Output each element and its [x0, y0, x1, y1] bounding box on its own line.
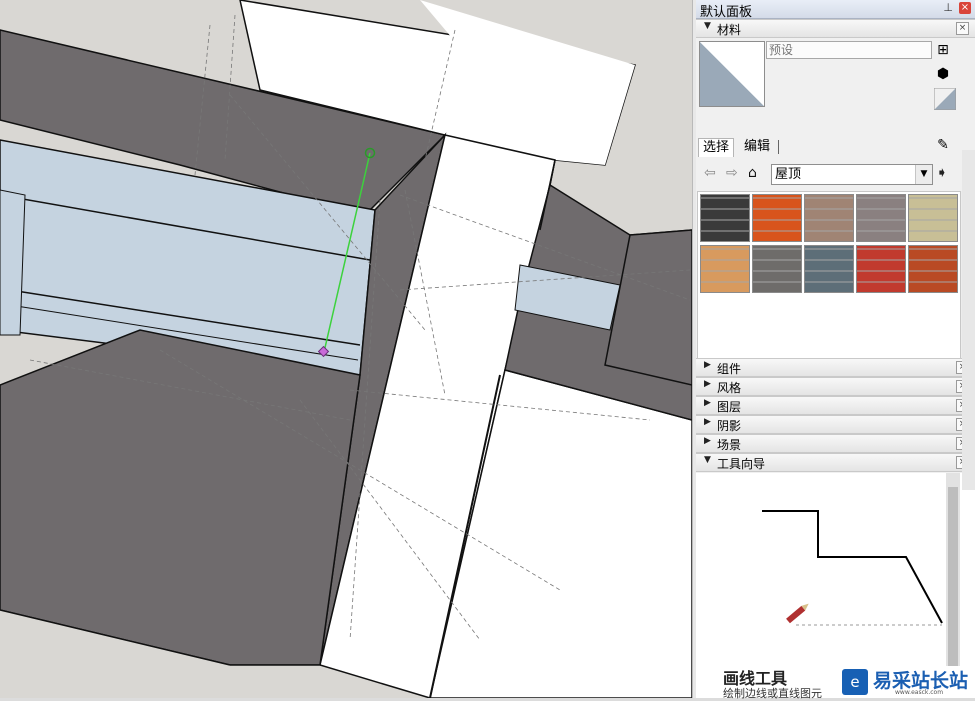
material-swatch-blue-slate-shingle[interactable] — [804, 245, 854, 293]
home-icon[interactable]: ⌂ — [748, 165, 757, 181]
instructor-tool-description: 绘制边线或直线图元 — [723, 687, 822, 700]
expand-arrow-icon: ▶ — [704, 436, 711, 446]
instructor-scrollbar[interactable] — [946, 473, 960, 698]
tab-select[interactable]: 选择 — [698, 138, 735, 157]
tray-titlebar: 默认面板 ⊥ × — [696, 0, 975, 20]
material-box-icon[interactable]: ⬢ — [934, 65, 952, 83]
materials-panel-title: 材料 — [717, 23, 742, 37]
panel-header-3[interactable]: ▶阴影× — [696, 415, 975, 434]
material-swatch-brown-stone-shingle[interactable] — [804, 194, 854, 242]
panel-title: 工具向导 — [717, 457, 766, 471]
collection-dropdown[interactable]: 屋顶 ▼ — [771, 164, 933, 185]
expand-arrow-icon: ▶ — [704, 379, 711, 389]
watermark: e 易采站长站 www.easck.com — [840, 666, 975, 698]
default-tray: 默认面板 ⊥ × ▼ 材料 × 预设 ⊞ ⬢ 选择 编辑 ✎ ⇦ ⇨ ⌂ 屋顶 … — [696, 0, 975, 700]
tray-title: 默认面板 — [700, 5, 753, 20]
material-swatch-clay-scallop-shingle[interactable] — [700, 245, 750, 293]
material-swatch-gray-shingle[interactable] — [856, 194, 906, 242]
forward-arrow-icon[interactable]: ⇨ — [726, 165, 738, 181]
materials-nav-row: ⇦ ⇨ ⌂ 屋顶 ▼ ➧ — [696, 163, 975, 185]
tab-edit[interactable]: 编辑 — [740, 138, 774, 156]
panel-header-4[interactable]: ▶场景× — [696, 434, 975, 453]
collapse-arrow-icon: ▼ — [704, 21, 711, 31]
tab-divider — [778, 140, 779, 154]
default-material-swatch-icon[interactable] — [933, 87, 957, 111]
pin-icon[interactable]: ⊥ — [943, 1, 953, 14]
material-swatch-black-shingle[interactable] — [700, 194, 750, 242]
eyedropper-icon[interactable]: ✎ — [934, 136, 952, 154]
details-arrow-icon[interactable]: ➧ — [936, 165, 948, 181]
panel-title: 阴影 — [717, 419, 742, 433]
material-swatch-red-metal-roof[interactable] — [856, 245, 906, 293]
model-viewport[interactable] — [0, 0, 692, 698]
back-arrow-icon[interactable]: ⇦ — [704, 165, 716, 181]
panel-close-icon[interactable]: × — [956, 22, 969, 35]
watermark-logo-icon: e — [842, 669, 868, 695]
collection-selected: 屋顶 — [775, 167, 802, 182]
tray-edge-scrollbar[interactable] — [962, 150, 975, 490]
collapsed-panels: ▶组件×▶风格×▶图层×▶阴影×▶场景×▼工具向导× — [696, 358, 975, 472]
materials-tabs: 选择 编辑 ✎ — [696, 136, 975, 158]
material-swatches — [697, 191, 961, 378]
close-icon[interactable]: × — [959, 2, 971, 14]
instructor-panel-body: 画线工具 绘制边线或直线图元 — [696, 473, 975, 700]
panel-header-2[interactable]: ▶图层× — [696, 396, 975, 415]
panel-title: 场景 — [717, 438, 742, 452]
materials-panel-header[interactable]: ▼ 材料 × — [696, 19, 975, 38]
expand-arrow-icon: ▶ — [704, 360, 711, 370]
panel-title: 图层 — [717, 400, 742, 414]
panel-header-1[interactable]: ▶风格× — [696, 377, 975, 396]
pencil-icon — [786, 603, 809, 624]
material-preview — [699, 41, 765, 107]
chevron-down-icon: ▼ — [915, 165, 932, 184]
expand-arrow-icon: ▶ — [704, 417, 711, 427]
material-name-field[interactable]: 预设 — [766, 41, 932, 59]
material-swatch-tan-shingle[interactable] — [908, 194, 958, 242]
instructor-scroll-thumb[interactable] — [948, 487, 958, 687]
panel-header-5[interactable]: ▼工具向导× — [696, 453, 975, 472]
expand-arrow-icon: ▶ — [704, 398, 711, 408]
material-swatch-slate-gray-shingle[interactable] — [752, 245, 802, 293]
material-swatch-orange-shingle[interactable] — [752, 194, 802, 242]
panel-title: 组件 — [717, 362, 742, 376]
panel-header-0[interactable]: ▶组件× — [696, 358, 975, 377]
materials-panel-body: 预设 ⊞ ⬢ 选择 编辑 ✎ ⇦ ⇨ ⌂ 屋顶 ▼ ➧ — [696, 38, 975, 378]
material-swatch-spanish-tile[interactable] — [908, 245, 958, 293]
watermark-subtext: www.easck.com — [895, 689, 944, 696]
collapse-arrow-icon: ▼ — [704, 455, 711, 465]
panel-title: 风格 — [717, 381, 742, 395]
create-material-icon[interactable]: ⊞ — [934, 41, 952, 59]
line-tool-illustration — [762, 510, 943, 626]
model-canvas[interactable] — [0, 0, 692, 698]
